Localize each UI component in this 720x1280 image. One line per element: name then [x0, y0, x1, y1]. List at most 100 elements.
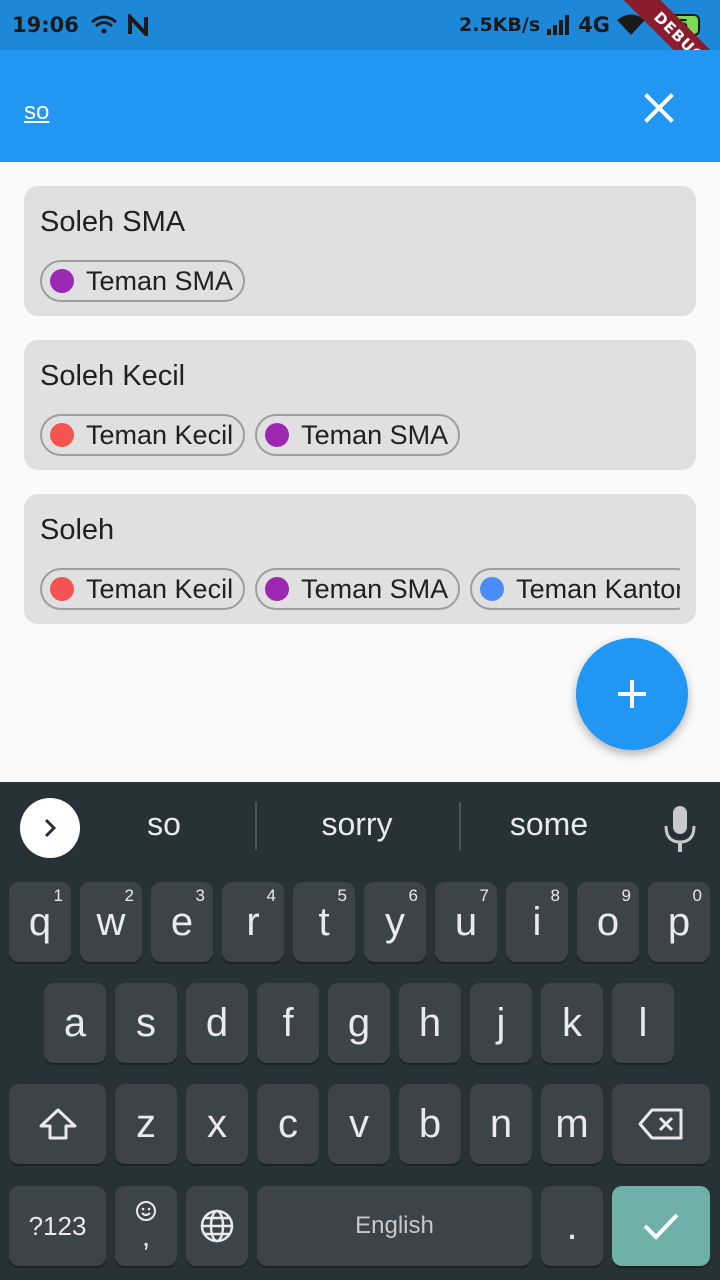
key-k[interactable]: k	[541, 983, 603, 1063]
key-label: z	[136, 1101, 156, 1146]
microphone-icon[interactable]	[660, 804, 700, 854]
key-hint: 0	[692, 886, 702, 905]
backspace-icon	[638, 1108, 683, 1140]
group-color-dot	[265, 423, 290, 447]
language-key[interactable]	[186, 1186, 248, 1266]
symbols-key[interactable]: ?123	[9, 1186, 106, 1266]
suggestion-item[interactable]: so	[74, 806, 254, 843]
key-label: q	[28, 899, 52, 944]
key-label: u	[454, 899, 478, 944]
key-label: g	[347, 1000, 371, 1045]
suggestion-item[interactable]: some	[459, 806, 639, 843]
key-label: e	[170, 899, 194, 944]
battery-icon: 55	[656, 14, 700, 36]
contact-name: Soleh SMA	[40, 206, 186, 238]
net-speed: 2.5KB/s	[459, 14, 541, 36]
group-chip-label: Teman Kecil	[86, 419, 234, 450]
chevron-right-icon	[44, 818, 57, 838]
suggestion-strip: so sorry some	[0, 782, 720, 874]
check-icon	[643, 1213, 679, 1240]
emoji-comma-key[interactable]: ,	[115, 1186, 177, 1266]
key-label: n	[489, 1101, 513, 1146]
group-chip[interactable]: Teman Kantor	[470, 568, 680, 610]
key-label: l	[638, 1000, 648, 1045]
group-chip[interactable]: Teman SMA	[40, 260, 246, 302]
key-label: a	[63, 1000, 87, 1045]
key-s[interactable]: s	[115, 983, 177, 1063]
suggestion-item[interactable]: sorry	[267, 806, 447, 843]
key-label: o	[596, 899, 620, 944]
key-label: s	[136, 1000, 156, 1045]
key-label: .	[566, 1203, 578, 1248]
key-hint: 9	[621, 886, 631, 905]
key-l[interactable]: l	[612, 983, 674, 1063]
group-color-dot	[50, 577, 74, 601]
key-q[interactable]: q1	[9, 882, 71, 962]
key-v[interactable]: v	[328, 1084, 390, 1164]
key-r[interactable]: r4	[222, 882, 284, 962]
key-hint: 7	[479, 886, 489, 905]
plus-icon	[618, 680, 646, 708]
group-chips: Teman Kecil Teman SMA	[40, 414, 680, 456]
group-color-dot	[265, 577, 290, 601]
close-icon	[644, 93, 674, 123]
key-t[interactable]: t5	[293, 882, 355, 962]
backspace-key[interactable]	[612, 1084, 710, 1164]
key-z[interactable]: z	[115, 1084, 177, 1164]
key-p[interactable]: p0	[648, 882, 710, 962]
group-chip[interactable]: Teman Kecil	[40, 414, 246, 456]
shift-key[interactable]	[9, 1084, 106, 1164]
key-m[interactable]: m	[541, 1084, 603, 1164]
key-c[interactable]: c	[257, 1084, 319, 1164]
key-d[interactable]: d	[186, 983, 248, 1063]
space-key[interactable]: English	[257, 1186, 532, 1266]
add-contact-button[interactable]	[576, 638, 688, 750]
key-j[interactable]: j	[470, 983, 532, 1063]
network-type: 4G	[578, 13, 610, 37]
key-h[interactable]: h	[399, 983, 461, 1063]
key-u[interactable]: u7	[435, 882, 497, 962]
period-key[interactable]: .	[541, 1186, 603, 1266]
search-input[interactable]	[24, 92, 584, 132]
key-hint: 1	[53, 886, 63, 905]
key-hint: 4	[266, 886, 276, 905]
wifi-icon	[617, 14, 645, 35]
group-chip[interactable]: Teman SMA	[255, 568, 461, 610]
group-chip[interactable]: Teman SMA	[255, 414, 461, 456]
contact-card[interactable]: Soleh Kecil Teman Kecil Teman SMA	[24, 340, 696, 470]
key-g[interactable]: g	[328, 983, 390, 1063]
key-hint: 8	[550, 886, 560, 905]
key-label: i	[532, 899, 542, 944]
group-chip[interactable]: Teman Kecil	[40, 568, 246, 610]
key-label: ,	[141, 1220, 151, 1253]
key-label: x	[207, 1101, 227, 1146]
contact-card[interactable]: Soleh Teman Kecil Teman SMA Teman Kantor	[24, 494, 696, 624]
expand-toolbar-button[interactable]	[20, 798, 80, 858]
key-f[interactable]: f	[257, 983, 319, 1063]
key-a[interactable]: a	[44, 983, 106, 1063]
soft-keyboard: so sorry some q1 w2 e3 r4 t5 y6 u7 i8 o9…	[0, 782, 720, 1280]
n-app-icon	[127, 14, 148, 36]
key-x[interactable]: x	[186, 1084, 248, 1164]
key-label: r	[246, 899, 260, 944]
key-label: ?123	[28, 1210, 87, 1241]
key-o[interactable]: o9	[577, 882, 639, 962]
contact-card[interactable]: Soleh SMA Teman SMA	[24, 186, 696, 316]
contact-name: Soleh Kecil	[40, 360, 186, 392]
key-n[interactable]: n	[470, 1084, 532, 1164]
key-hint: 2	[124, 886, 134, 905]
key-y[interactable]: y6	[364, 882, 426, 962]
key-label: p	[667, 899, 691, 944]
shift-icon	[39, 1108, 76, 1140]
status-time: 19:06	[12, 13, 79, 37]
contact-list: Soleh SMA Teman SMA Soleh Kecil Teman Ke…	[24, 186, 696, 648]
key-label: y	[385, 899, 405, 944]
group-chips: Teman SMA	[40, 260, 680, 302]
key-e[interactable]: e3	[151, 882, 213, 962]
key-b[interactable]: b	[399, 1084, 461, 1164]
key-i[interactable]: i8	[506, 882, 568, 962]
group-color-dot	[480, 577, 505, 601]
key-w[interactable]: w2	[80, 882, 142, 962]
done-key[interactable]	[612, 1186, 710, 1266]
clear-search-button[interactable]	[638, 87, 680, 129]
